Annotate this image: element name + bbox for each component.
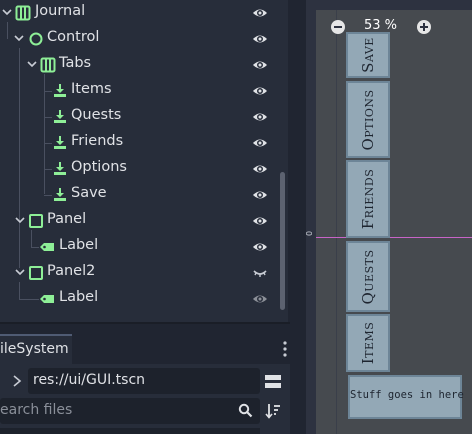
- zoom-in-button[interactable]: [417, 20, 431, 34]
- guide-line: [316, 237, 472, 238]
- content-panel: Stuff goes in here: [348, 375, 464, 419]
- tree-node-label: Journal: [35, 3, 86, 19]
- tab-save-label: Save: [359, 37, 377, 73]
- tree-node-label: Panel2: [47, 263, 96, 279]
- eye-icon[interactable]: [252, 239, 268, 255]
- tab-options[interactable]: Options: [346, 81, 390, 158]
- tabs-container-icon: [40, 57, 56, 73]
- instanced-scene-icon: [54, 136, 66, 149]
- tree-node-label: Items: [71, 81, 112, 97]
- tree-node-label: Label: [59, 289, 99, 305]
- tree-node-label: Quests: [71, 107, 122, 123]
- tree-row-control[interactable]: Control: [0, 22, 272, 52]
- tab-items-label: Items: [359, 321, 377, 365]
- file-list: [0, 428, 260, 434]
- tab-save[interactable]: Save: [346, 32, 390, 78]
- tree-row-journal[interactable]: Journal: [0, 0, 272, 26]
- vertical-ruler: [306, 0, 316, 434]
- instanced-scene-icon: [54, 188, 66, 201]
- eye-icon[interactable]: [252, 213, 268, 229]
- tab-filesystem[interactable]: ileSystem: [0, 334, 72, 364]
- scene-tree-panel: Journal Control Tabs Items Quests Friend…: [0, 0, 288, 322]
- eye-icon[interactable]: [252, 291, 268, 307]
- panel-label: Stuff goes in here: [350, 389, 464, 401]
- eye-icon[interactable]: [252, 161, 268, 177]
- eye-icon[interactable]: [252, 135, 268, 151]
- chevron-down-icon[interactable]: [2, 7, 12, 17]
- chevron-down-icon[interactable]: [15, 215, 25, 225]
- ruler-zero-label: 0: [305, 230, 315, 237]
- filesystem-tab-label: ileSystem: [0, 341, 69, 357]
- dock-divider: [0, 322, 290, 324]
- eye-icon[interactable]: [252, 187, 268, 203]
- path-field[interactable]: res://ui/GUI.tscn: [28, 368, 260, 394]
- tree-node-label: Tabs: [59, 55, 92, 71]
- split-mode-icon[interactable]: [265, 374, 281, 390]
- instanced-scene-icon: [54, 84, 66, 97]
- viewport-split: [290, 0, 306, 434]
- eye-icon[interactable]: [252, 109, 268, 125]
- tab-quests-label: Quests: [359, 248, 377, 305]
- tree-node-label: Options: [71, 159, 127, 175]
- tree-node-label: Label: [59, 237, 99, 253]
- panel-node-icon: [29, 214, 43, 228]
- chevron-down-icon[interactable]: [14, 33, 24, 43]
- tree-row-panel2[interactable]: Panel2: [0, 260, 272, 286]
- tree-row-options[interactable]: Options: [0, 156, 272, 182]
- chevron-down-icon[interactable]: [27, 59, 37, 69]
- zoom-level[interactable]: 53 %: [364, 18, 397, 33]
- tree-row-label2[interactable]: Label: [0, 282, 272, 312]
- tab-friends-label: Friends: [359, 168, 377, 230]
- tree-row-label[interactable]: Label: [0, 230, 272, 260]
- tabs-container-icon: [15, 5, 31, 21]
- tab-quests[interactable]: Quests: [346, 241, 390, 312]
- label-node-icon: [40, 295, 54, 303]
- control-node-icon: [29, 32, 43, 46]
- tab-options-label: Options: [359, 88, 377, 151]
- tree-row-quests[interactable]: Quests: [0, 104, 272, 130]
- instanced-scene-icon: [54, 162, 66, 175]
- canvas-grid-line: [336, 10, 337, 434]
- panel-node-icon: [29, 266, 43, 280]
- search-icon: [238, 403, 253, 418]
- tree-node-label: Control: [47, 29, 100, 45]
- tree-node-label: Save: [71, 185, 107, 201]
- tree-scrollbar-thumb[interactable]: [280, 172, 285, 310]
- label-node-icon: [40, 243, 54, 251]
- eye-icon[interactable]: [252, 57, 268, 73]
- tree-row-tabs[interactable]: Tabs: [0, 48, 272, 78]
- sort-icon[interactable]: [265, 403, 281, 419]
- horizontal-ruler: [306, 0, 472, 10]
- eye-closed-icon[interactable]: [252, 265, 268, 281]
- tab-friends[interactable]: Friends: [346, 160, 390, 238]
- instanced-scene-icon: [54, 110, 66, 123]
- zoom-out-button[interactable]: [331, 20, 345, 34]
- tree-row-save[interactable]: Save: [0, 182, 272, 208]
- eye-icon[interactable]: [252, 31, 268, 47]
- search-files-input[interactable]: earch files: [0, 398, 260, 424]
- dock-menu-icon[interactable]: [281, 340, 289, 358]
- eye-icon[interactable]: [252, 5, 268, 21]
- search-placeholder: earch files: [0, 402, 73, 418]
- tree-row-friends[interactable]: Friends: [0, 130, 272, 156]
- tree-row-items[interactable]: Items: [0, 78, 272, 104]
- tree-row-panel[interactable]: Panel: [0, 208, 272, 234]
- tree-node-label: Panel: [47, 211, 87, 227]
- tab-items[interactable]: Items: [346, 314, 390, 372]
- eye-icon[interactable]: [252, 83, 268, 99]
- tree-node-label: Friends: [71, 133, 124, 149]
- chevron-down-icon[interactable]: [15, 267, 25, 277]
- chevron-right-icon[interactable]: [11, 374, 23, 388]
- path-text: res://ui/GUI.tscn: [33, 372, 146, 388]
